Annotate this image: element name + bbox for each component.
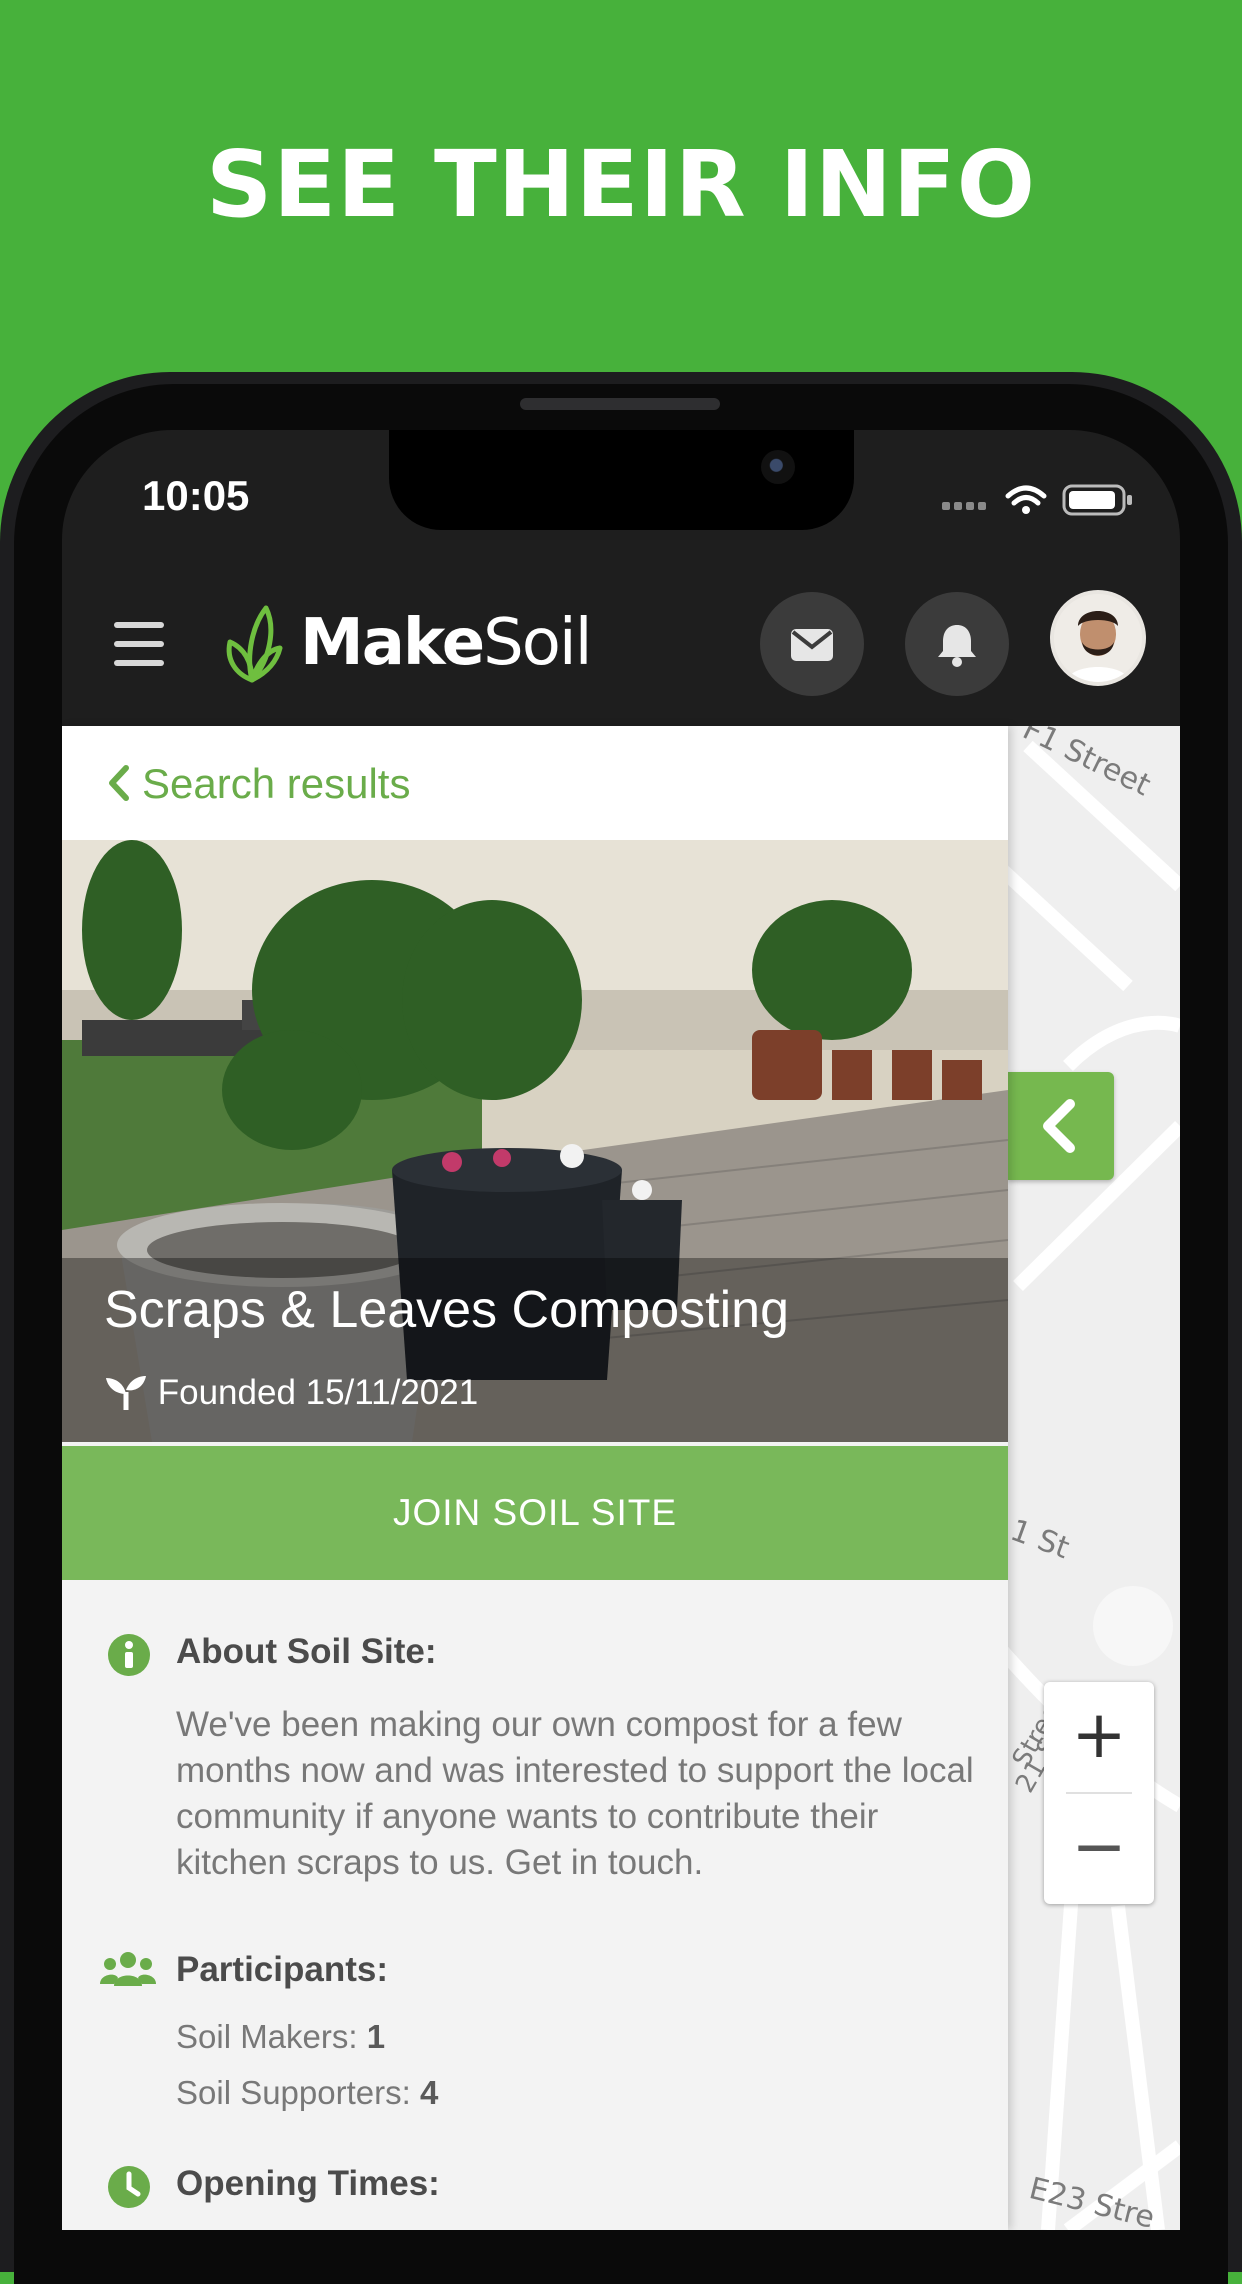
soil-makers-count: Soil Makers: 1	[176, 2018, 386, 2055]
map-view[interactable]: F1 Street 1 St Street 21 St E23 Stre	[1008, 726, 1180, 2230]
soil-supporters-count: Soil Supporters: 4	[176, 2074, 439, 2111]
chevron-left-icon	[109, 765, 129, 801]
site-title: Scraps & Leaves Composting	[104, 1281, 790, 1339]
menu-button[interactable]	[114, 622, 164, 666]
map-zoom-control: + −	[1044, 1682, 1154, 1904]
notifications-button[interactable]	[905, 592, 1009, 696]
founded-date: Founded 15/11/2021	[104, 1372, 478, 1413]
about-text: We've been making our own compost for a …	[176, 1705, 974, 1882]
promo-headline: SEE THEIR INFO	[206, 131, 1036, 238]
notch	[389, 430, 854, 530]
phone-speaker	[520, 398, 720, 410]
app-bar: MakeSoil	[62, 570, 1180, 726]
back-to-search-link[interactable]: Search results	[106, 760, 410, 808]
avatar-image	[1054, 594, 1142, 682]
participants-heading: Participants:	[100, 1950, 388, 1999]
camera-icon	[761, 450, 795, 484]
menu-icon	[114, 622, 164, 628]
zoom-in-button[interactable]: +	[1044, 1682, 1154, 1792]
join-soil-site-button[interactable]: JOIN SOIL SITE	[62, 1446, 1008, 1580]
messages-button[interactable]	[760, 592, 864, 696]
phone-screen: 10:05 MakeSoil F1 Street 1 St Street 21 …	[62, 430, 1180, 2230]
map-roads	[1008, 740, 1180, 2230]
people-icon	[100, 1952, 156, 1986]
user-avatar[interactable]	[1050, 590, 1146, 686]
back-row: Search results	[62, 726, 1008, 840]
collapse-panel-button[interactable]	[1008, 1072, 1114, 1180]
zoom-out-button[interactable]: −	[1044, 1794, 1154, 1904]
clock-icon	[108, 2166, 150, 2208]
envelope-icon	[791, 629, 833, 661]
sprout-icon	[106, 1376, 146, 1410]
status-icons	[942, 482, 1152, 518]
back-label: Search results	[142, 760, 411, 807]
site-details-panel: Search results Scraps & Leaves Compostin…	[62, 726, 1008, 2230]
signal-wifi-battery-icon	[942, 484, 1132, 516]
info-icon	[108, 1634, 150, 1676]
site-photo: Scraps & Leaves Composting Founded 15/11…	[62, 840, 1008, 1442]
chevron-left-icon	[1043, 1099, 1075, 1153]
opening-times-heading: Opening Times:	[106, 2164, 440, 2219]
status-time: 10:05	[142, 472, 250, 519]
brand-logo-text: MakeSoil	[300, 606, 592, 680]
leaf-logo-icon	[226, 605, 283, 683]
bell-icon	[938, 625, 976, 667]
about-heading: About Soil Site:	[106, 1632, 437, 1687]
